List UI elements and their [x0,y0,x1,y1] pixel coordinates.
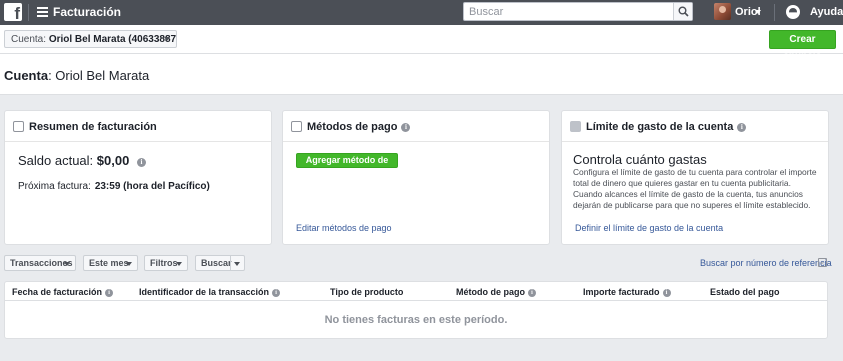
info-icon[interactable]: i [272,289,281,297]
card-header: Métodos de pago i [283,111,549,142]
search-box [463,2,693,21]
card-title: Límite de gasto de la cuenta i [586,121,747,133]
help-icon[interactable] [786,5,800,19]
column-header[interactable]: Tipo de producto [330,287,403,297]
card-header: Límite de gasto de la cuenta i [562,111,828,142]
chevron-down-icon[interactable] [755,10,761,14]
table-header: Fecha de facturación i Identificador de l… [5,282,827,301]
edit-payment-methods-link[interactable]: Editar métodos de pago [296,223,392,233]
divider [230,256,231,270]
search-input[interactable] [464,3,674,20]
menu-icon[interactable] [37,7,48,17]
account-selector-prefix: Cuenta: [11,34,47,45]
billing-table: Fecha de facturación i Identificador de l… [4,281,828,339]
chart-icon [570,121,581,132]
user-avatar[interactable] [714,3,731,20]
column-header[interactable]: Fecha de facturación i [12,287,114,297]
divider [28,4,29,21]
summary-icon [13,121,24,132]
search-by-reference-link[interactable]: Buscar por número de referencia [700,258,832,268]
next-invoice: Próxima factura: 23:59 (hora del Pacífico… [18,181,210,192]
column-header[interactable]: Importe facturado i [583,287,671,297]
chevron-down-icon [176,262,182,266]
card-title: Métodos de pago i [307,121,411,133]
facebook-logo-icon[interactable]: f [4,3,22,23]
info-icon[interactable]: i [737,123,747,132]
info-icon[interactable]: i [528,289,536,297]
chevron-down-icon [126,262,132,266]
column-header[interactable]: Estado del pago [710,287,780,297]
account-selector-value: Oriol Bel Marata (40633887165... [48,34,177,45]
search-button-label[interactable]: Buscar [201,258,232,268]
account-selector[interactable]: Cuenta: Oriol Bel Marata (40633887165... [4,30,177,48]
card-header: Resumen de facturación [5,111,271,142]
filters-dropdown[interactable]: Filtros [144,255,188,271]
chevron-down-icon [64,262,70,266]
page-title: Cuenta: Oriol Bel Marata [4,68,150,83]
divider [774,4,775,21]
search-split-button[interactable]: Buscar [195,255,245,271]
empty-state-message: No tienes facturas en este período. [324,314,508,326]
column-header[interactable]: Identificador de la transacción i [139,287,281,297]
card-title: Resumen de facturación [29,121,157,133]
transactions-dropdown[interactable]: Transacciones [4,255,76,271]
help-link[interactable]: Ayuda [810,6,843,18]
info-icon[interactable]: i [105,289,114,297]
info-icon[interactable]: i [136,158,146,167]
top-navigation-bar: f Facturación Oriol Ayuda [0,0,843,25]
billing-summary-card: Resumen de facturación Saldo actual: $0,… [4,110,272,245]
create-ad-button[interactable]: Crear anuncio [769,30,836,62]
search-button[interactable] [673,3,692,20]
export-icon[interactable] [818,258,827,267]
info-icon[interactable]: i [662,289,671,297]
chevron-down-icon [164,37,170,41]
define-spending-limit-link[interactable]: Definir el límite de gasto de la cuenta [575,223,723,233]
period-dropdown[interactable]: Este mes [83,255,138,271]
column-header[interactable]: Método de pago i [456,287,536,297]
app-title: Facturación [53,5,122,19]
limit-heading: Controla cuánto gastas [573,152,707,167]
current-balance: Saldo actual: $0,00 i [18,153,146,168]
spending-limit-card: Límite de gasto de la cuenta i Controla c… [561,110,829,245]
account-bar: Cuenta: Oriol Bel Marata (40633887165... [0,25,843,54]
limit-description: Configura el límite de gasto de tu cuent… [573,167,817,210]
credit-card-icon [291,121,302,132]
info-icon[interactable]: i [401,123,411,132]
chevron-down-icon[interactable] [234,262,240,266]
add-payment-method-button[interactable]: Agregar método de pago [296,153,398,178]
page-header: Cuenta: Oriol Bel Marata [0,54,843,95]
payment-methods-card: Métodos de pago i Agregar método de pago … [282,110,550,245]
search-icon [678,6,689,17]
